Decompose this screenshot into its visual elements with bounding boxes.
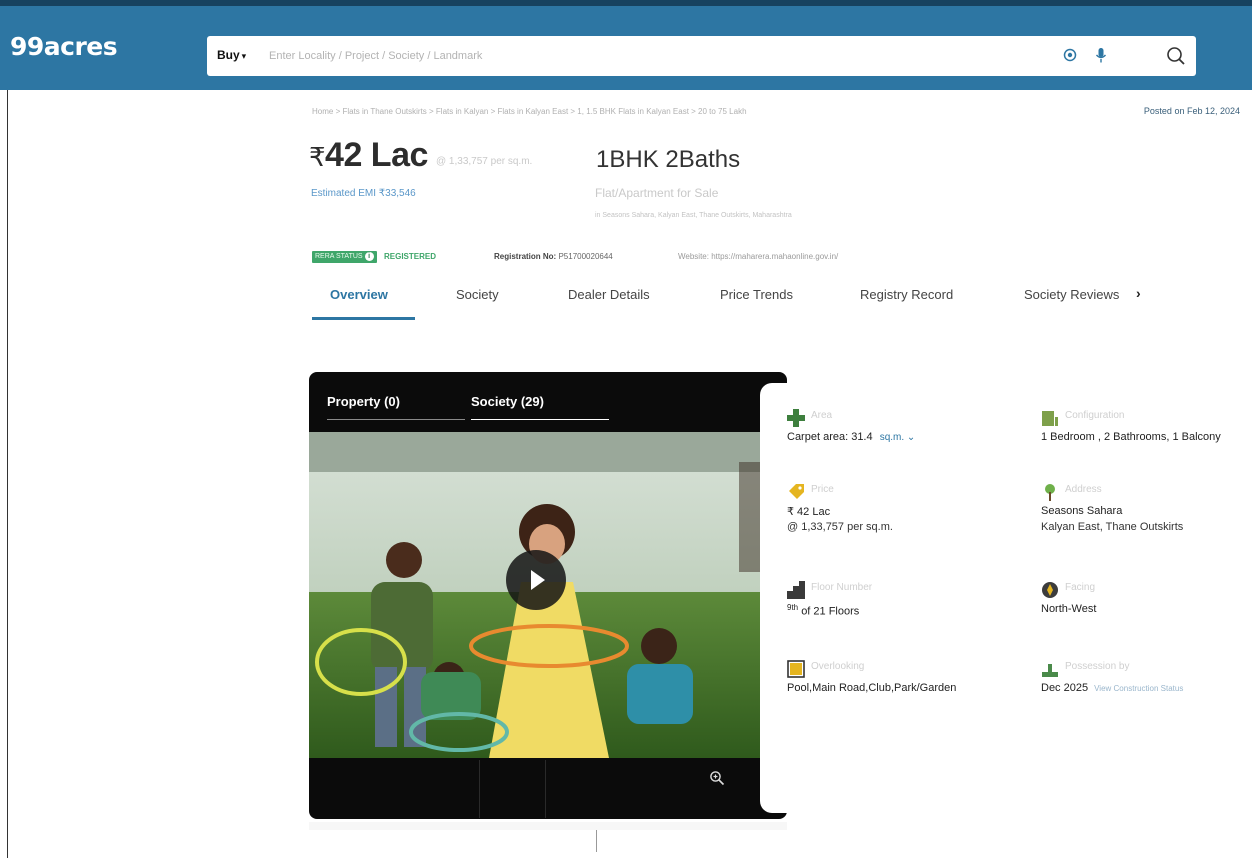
tab-dealer-details[interactable]: Dealer Details xyxy=(568,287,650,302)
rera-status-badge[interactable]: RERA STATUS i xyxy=(312,251,377,263)
breadcrumb[interactable]: Home > Flats in Thane Outskirts > Flats … xyxy=(312,107,747,116)
area-value: Carpet area: 31.4 sq.m. ⌄ xyxy=(787,431,915,443)
top-header: 99acres Buy ▾ xyxy=(0,0,1252,90)
registration-label: Registration No: xyxy=(494,252,557,261)
floor-total: of 21 Floors xyxy=(801,605,860,618)
play-icon[interactable] xyxy=(506,550,566,610)
registration-value: P51700020644 xyxy=(558,252,613,261)
thumb-divider xyxy=(545,760,546,818)
search-bar: Buy ▾ xyxy=(207,36,1196,76)
tab-society[interactable]: Society xyxy=(456,287,499,302)
floor-value: 9th of 21 Floors xyxy=(787,603,859,618)
rera-website[interactable]: Website: https://maharera.mahaonline.gov… xyxy=(678,252,838,261)
tab-price-trends[interactable]: Price Trends xyxy=(720,287,793,302)
listing-type: Flat/Apartment for Sale xyxy=(595,186,719,200)
configuration-icon xyxy=(1042,411,1058,426)
active-tab-underline xyxy=(312,317,415,320)
chevron-down-icon: ⌄ xyxy=(906,432,916,443)
overlooking-label: Overlooking xyxy=(811,661,865,672)
possession-label: Possession by xyxy=(1065,661,1130,672)
property-config-title: 1BHK 2Baths xyxy=(596,146,741,173)
scroll-marker xyxy=(596,830,597,852)
posted-date: Posted on Feb 12, 2024 xyxy=(1143,106,1240,116)
overlooking-value: Pool,Main Road,Club,Park/Garden xyxy=(787,682,957,694)
chevron-down-icon: ▾ xyxy=(241,51,247,61)
area-label: Area xyxy=(811,410,833,421)
rera-badge-label: RERA STATUS xyxy=(315,253,363,260)
address-label: Address xyxy=(1065,484,1102,495)
floor-number: 9th xyxy=(787,603,799,612)
carpet-area: Carpet area: 31.4 xyxy=(787,431,873,443)
configuration-label: Configuration xyxy=(1065,410,1125,421)
tab-registry-record[interactable]: Registry Record xyxy=(860,287,953,302)
address-tree-icon xyxy=(1045,484,1055,501)
floor-label: Floor Number xyxy=(811,582,873,593)
construction-icon xyxy=(1042,664,1058,677)
address-value-locality: Kalyan East, Thane Outskirts xyxy=(1041,521,1184,533)
unit-dropdown[interactable]: sq.m. ⌄ xyxy=(880,432,916,443)
rera-registered-label: REGISTERED xyxy=(384,252,437,261)
price-label: Price xyxy=(811,484,834,495)
construction-status-link[interactable]: View Construction Status xyxy=(1094,684,1183,693)
location-icon[interactable] xyxy=(1063,48,1077,62)
facing-value: North-West xyxy=(1041,603,1097,615)
possession-date: Dec 2025 xyxy=(1041,682,1089,694)
price-detail-per-sqm: @ 1,33,757 per sq.m. xyxy=(787,521,893,533)
estimated-emi-link[interactable]: Estimated EMI ₹33,546 xyxy=(311,188,416,199)
media-tab-underline xyxy=(327,419,465,420)
overlooking-icon xyxy=(787,660,805,678)
search-input[interactable] xyxy=(269,44,1029,68)
area-icon xyxy=(787,409,805,427)
buy-label: Buy xyxy=(217,48,240,62)
society-video[interactable] xyxy=(309,432,787,758)
buy-dropdown[interactable]: Buy ▾ xyxy=(217,48,246,62)
tab-society-reviews[interactable]: Society Reviews xyxy=(1024,287,1119,302)
tabs-next-arrow[interactable]: › xyxy=(1136,285,1141,301)
media-footer-strip xyxy=(309,822,787,830)
address-value: Seasons Sahara xyxy=(1041,505,1123,517)
media-tab-underline-active xyxy=(471,419,609,420)
section-tabs: Overview Society Dealer Details Price Tr… xyxy=(312,285,1152,321)
tab-overview[interactable]: Overview xyxy=(330,287,388,302)
price-per-sqm: @ 1,33,757 per sq.m. xyxy=(436,156,533,167)
rupee-symbol: ₹ xyxy=(309,142,326,172)
floor-icon xyxy=(787,581,805,599)
property-address: in Seasons Sahara, Kalyan East, Thane Ou… xyxy=(595,212,792,219)
facing-label: Facing xyxy=(1065,582,1096,593)
mic-icon[interactable] xyxy=(1095,47,1107,64)
price-amount: ₹42 Lac xyxy=(309,136,428,175)
info-icon[interactable]: i xyxy=(364,252,374,261)
page-edge-line xyxy=(7,90,8,858)
price-detail-value: ₹ 42 Lac xyxy=(787,506,831,518)
possession-value: Dec 2025 View Construction Status xyxy=(1041,682,1183,694)
price-tag-icon xyxy=(789,484,804,499)
media-gallery: Property (0) Society (29) xyxy=(309,372,787,819)
search-icon[interactable] xyxy=(1165,45,1187,67)
site-logo[interactable]: 99acres xyxy=(10,32,118,61)
thumb-divider xyxy=(479,760,480,818)
property-details-card: Area Carpet area: 31.4 sq.m. ⌄ Configura… xyxy=(760,383,1252,813)
media-tab-society[interactable]: Society (29) xyxy=(471,394,544,409)
zoom-icon[interactable] xyxy=(709,770,725,786)
configuration-value: 1 Bedroom , 2 Bathrooms, 1 Balcony xyxy=(1041,431,1221,443)
registration-number: Registration No: P51700020644 xyxy=(494,252,613,261)
unit-label: sq.m. xyxy=(879,432,905,443)
compass-icon xyxy=(1042,582,1058,598)
price-value: 42 Lac xyxy=(325,136,428,174)
media-tab-property[interactable]: Property (0) xyxy=(327,394,400,409)
